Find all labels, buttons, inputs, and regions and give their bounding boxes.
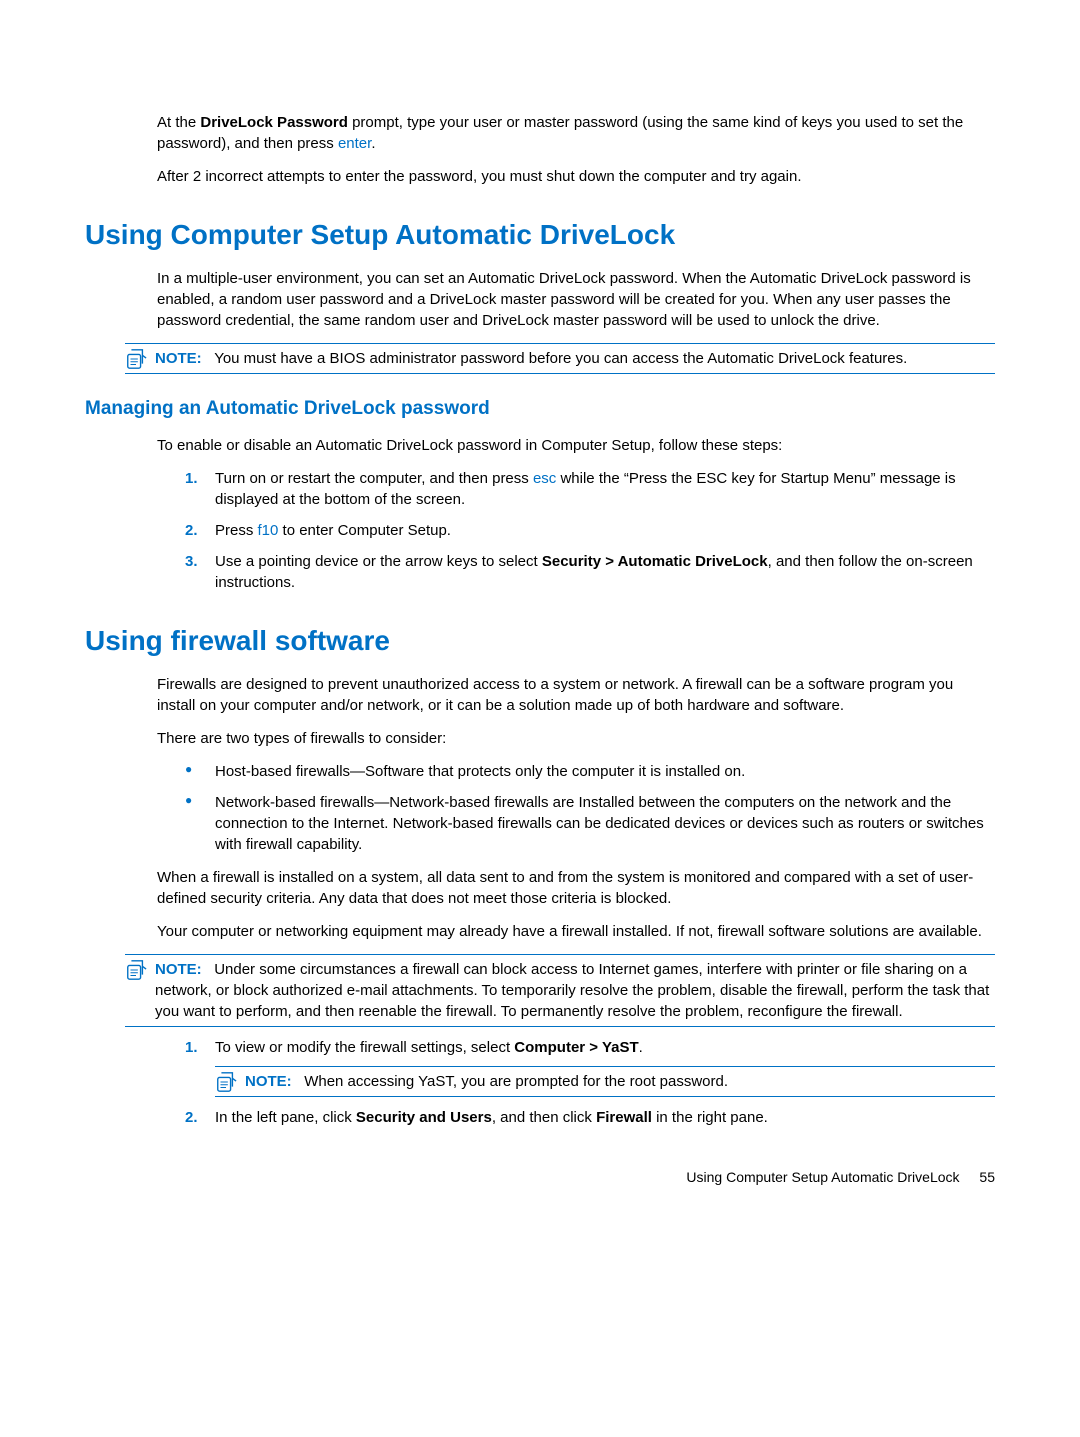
note-icon — [125, 348, 147, 370]
bullet-icon: ● — [185, 792, 192, 809]
note-icon — [215, 1071, 237, 1093]
firewall-body-2: When a firewall is installed on a system… — [157, 867, 995, 942]
key-enter: enter — [338, 135, 371, 152]
firewall-body: Firewalls are designed to prevent unauth… — [157, 674, 995, 749]
firewall-p2: There are two types of firewalls to cons… — [157, 728, 995, 749]
step-3: 3. Use a pointing device or the arrow ke… — [185, 551, 995, 593]
note-label: NOTE: — [155, 961, 202, 978]
step-number: 1. — [185, 468, 198, 489]
key-f10: f10 — [258, 522, 279, 539]
steps-firewall: 1. To view or modify the firewall settin… — [185, 1037, 995, 1128]
intro-paragraph-1: At the DriveLock Password prompt, type y… — [157, 112, 995, 154]
section-auto-drivelock: In a multiple-user environment, you can … — [157, 268, 995, 331]
intro-paragraph-2: After 2 incorrect attempts to enter the … — [157, 166, 995, 187]
key-esc: esc — [533, 470, 556, 487]
note-bios-admin: NOTE: You must have a BIOS administrator… — [125, 343, 995, 374]
step-2: 2. Press f10 to enter Computer Setup. — [185, 520, 995, 541]
step-firewall-2: 2. In the left pane, click Security and … — [185, 1107, 995, 1128]
note-icon — [125, 959, 147, 981]
note-label: NOTE: — [245, 1073, 292, 1090]
page-footer: Using Computer Setup Automatic DriveLock… — [85, 1168, 995, 1188]
note-firewall-circumstances: NOTE: Under some circumstances a firewal… — [125, 954, 995, 1027]
page-number: 55 — [979, 1169, 995, 1185]
firewall-p4: Your computer or networking equipment ma… — [157, 921, 995, 942]
step-number: 3. — [185, 551, 198, 572]
firewall-bullets: ● Host-based firewalls—Software that pro… — [185, 761, 995, 855]
note-text — [206, 350, 214, 367]
bullet-network-based: ● Network-based firewalls—Network-based … — [185, 792, 995, 855]
note-text: Under some circumstances a firewall can … — [155, 961, 989, 1020]
bullet-icon: ● — [185, 761, 192, 778]
step-1: 1. Turn on or restart the computer, and … — [185, 468, 995, 510]
firewall-p1: Firewalls are designed to prevent unauth… — [157, 674, 995, 716]
step-number: 2. — [185, 520, 198, 541]
step-number: 1. — [185, 1037, 198, 1058]
managing-block: To enable or disable an Automatic DriveL… — [157, 435, 995, 456]
heading-automatic-drivelock: Using Computer Setup Automatic DriveLock — [85, 215, 995, 254]
intro-block: At the DriveLock Password prompt, type y… — [157, 112, 995, 187]
firewall-p3: When a firewall is installed on a system… — [157, 867, 995, 909]
auto-drivelock-paragraph: In a multiple-user environment, you can … — [157, 268, 995, 331]
note-text: When accessing YaST, you are prompted fo… — [304, 1073, 728, 1090]
bullet-host-based: ● Host-based firewalls—Software that pro… — [185, 761, 995, 782]
note-yast-root: NOTE: When accessing YaST, you are promp… — [215, 1066, 995, 1097]
note-label: NOTE: — [155, 350, 202, 367]
heading-firewall-software: Using firewall software — [85, 621, 995, 660]
heading-managing-password: Managing an Automatic DriveLock password — [85, 396, 995, 423]
managing-intro: To enable or disable an Automatic DriveL… — [157, 435, 995, 456]
steps-managing: 1. Turn on or restart the computer, and … — [185, 468, 995, 593]
step-number: 2. — [185, 1107, 198, 1128]
step-firewall-1: 1. To view or modify the firewall settin… — [185, 1037, 995, 1097]
footer-title: Using Computer Setup Automatic DriveLock — [686, 1169, 959, 1185]
page-container: At the DriveLock Password prompt, type y… — [0, 0, 1080, 1248]
